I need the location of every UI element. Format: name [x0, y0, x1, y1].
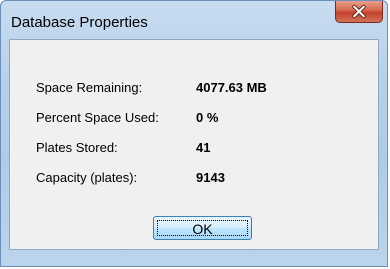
percent-used-label: Percent Space Used: [36, 110, 159, 125]
title-bar[interactable]: Database Properties [1, 1, 387, 39]
capacity-value: 9143 [196, 170, 225, 185]
plates-stored-label: Plates Stored: [36, 140, 118, 155]
dialog-window: Database Properties Space Remaining: 407… [0, 0, 388, 267]
dialog-content: Space Remaining: 4077.63 MB Percent Spac… [9, 39, 379, 250]
percent-used-value: 0 % [196, 110, 219, 125]
close-button[interactable] [335, 1, 383, 23]
ok-button-label: OK [157, 220, 248, 237]
ok-button[interactable]: OK [153, 216, 252, 240]
space-remaining-value: 4077.63 MB [196, 80, 267, 95]
plates-stored-value: 41 [196, 140, 211, 155]
space-remaining-label: Space Remaining: [36, 80, 143, 95]
close-icon [352, 4, 366, 19]
capacity-label: Capacity (plates): [36, 170, 138, 185]
window-title: Database Properties [11, 14, 148, 31]
